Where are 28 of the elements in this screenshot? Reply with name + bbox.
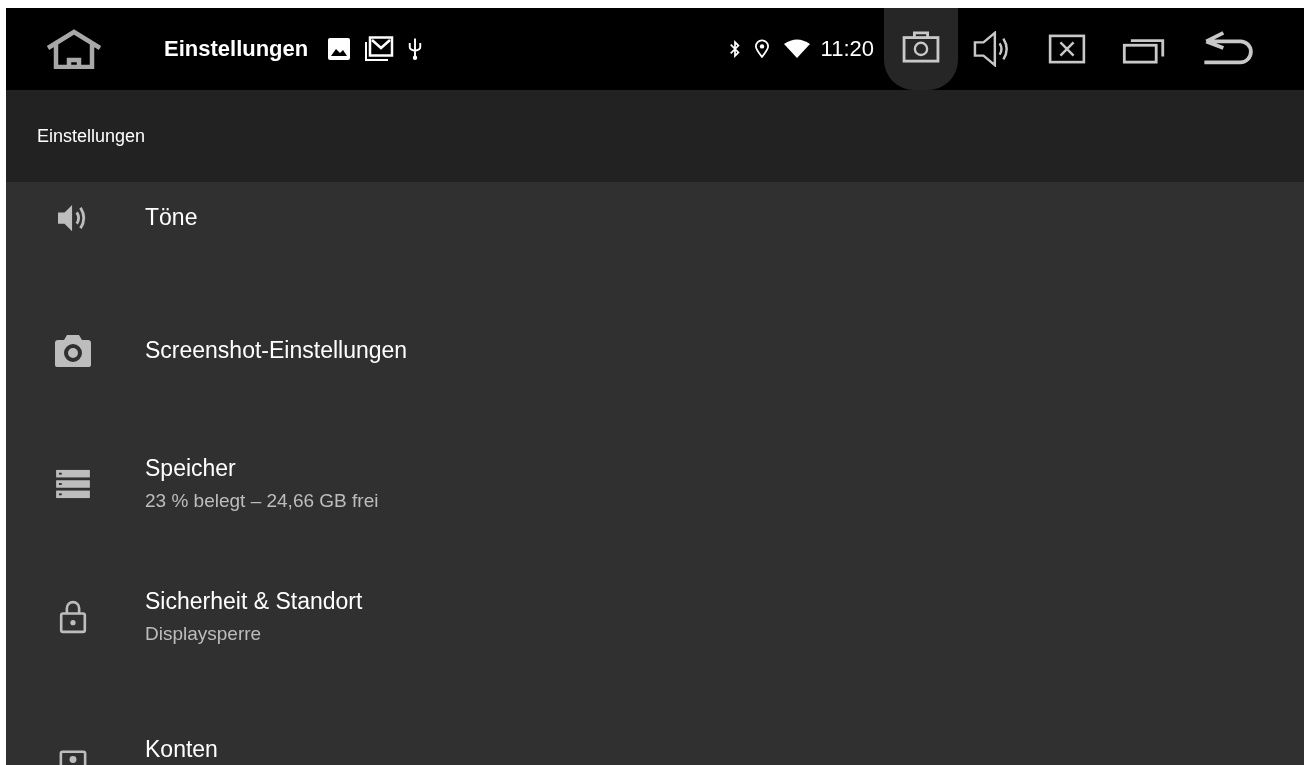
clock-time: 11:20 [820, 36, 874, 62]
item-title: Screenshot-Einstellungen [145, 337, 408, 364]
home-icon[interactable] [44, 29, 104, 69]
item-title: Konten [145, 736, 218, 763]
settings-item[interactable]: Sicherheit & Standort Displaysperre [6, 550, 1304, 683]
screenshot-button[interactable] [884, 8, 958, 90]
close-icon[interactable] [1048, 34, 1086, 64]
page-title: Einstellungen [37, 125, 146, 147]
item-subtitle: Displaysperre [145, 623, 263, 645]
item-subtitle: 23 % belegt – 24,66 GB frei [145, 490, 379, 512]
mail-icon [364, 36, 395, 62]
settings-item[interactable]: Speicher 23 % belegt – 24,66 GB frei [6, 417, 1304, 550]
settings-item[interactable]: Konten [6, 683, 1304, 765]
item-title: Speicher [145, 455, 237, 482]
settings-item[interactable]: Töne [6, 182, 1304, 284]
location-icon [754, 39, 769, 59]
image-icon [328, 38, 351, 60]
wifi-icon [782, 39, 811, 59]
usb-icon [408, 37, 423, 61]
bluetooth-icon [728, 39, 741, 59]
camera-icon [54, 333, 92, 368]
app-title: Einstellungen [164, 36, 309, 62]
lock-icon [59, 598, 87, 635]
item-title: Töne [145, 204, 198, 231]
item-title: Sicherheit & Standort [145, 588, 363, 615]
storage-icon [56, 468, 90, 499]
camera-icon [902, 31, 940, 63]
settings-item[interactable]: Screenshot-Einstellungen [6, 284, 1304, 417]
